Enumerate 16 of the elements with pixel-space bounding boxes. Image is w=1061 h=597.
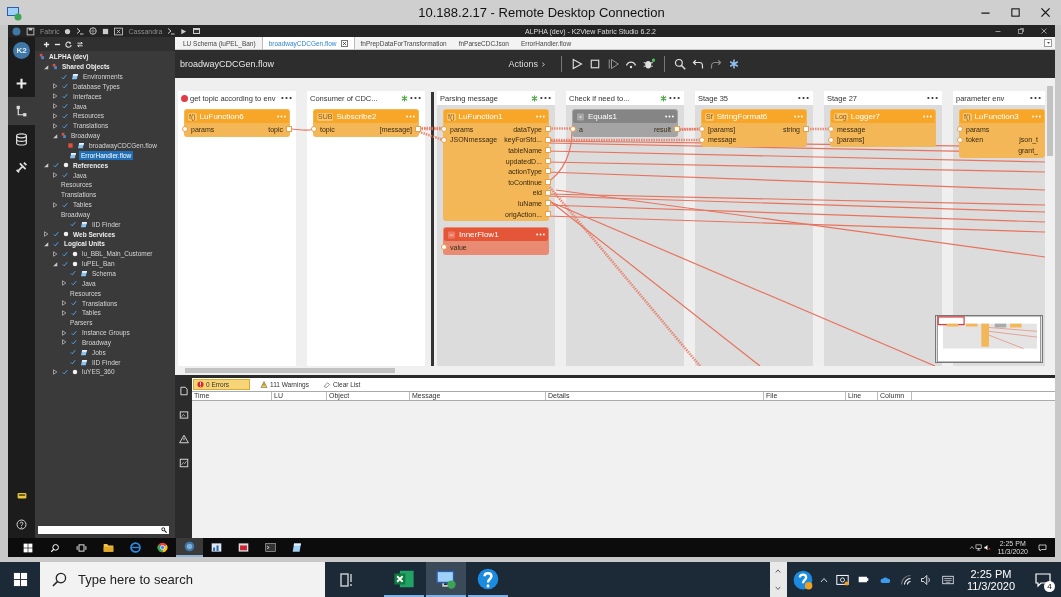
node-title: StringFormat6 [716,112,769,121]
search-field[interactable]: Type here to search [40,562,325,597]
node-title: Logger7 [850,112,882,121]
node-title: Subscribe2 [336,112,378,121]
clock-time: 2:25 PM [970,567,1012,580]
actions-button[interactable]: Actions [508,59,546,69]
node-title: LuFunction3 [974,112,1020,121]
notification-badge: 4 [1044,581,1055,592]
node-title: InnerFlow1 [459,230,500,240]
logo: K2 [13,42,30,59]
window-title: 10.188.2.17 - Remote Desktop Connection [417,5,666,20]
node-title: Equals1 [588,112,618,121]
node-title: LuFunction6 [199,112,245,121]
clock-date: 11/3/2020 [966,579,1015,592]
node-title: LuFunction1 [458,112,504,121]
flow-title: broadwayCDCGen.flow [180,59,276,69]
